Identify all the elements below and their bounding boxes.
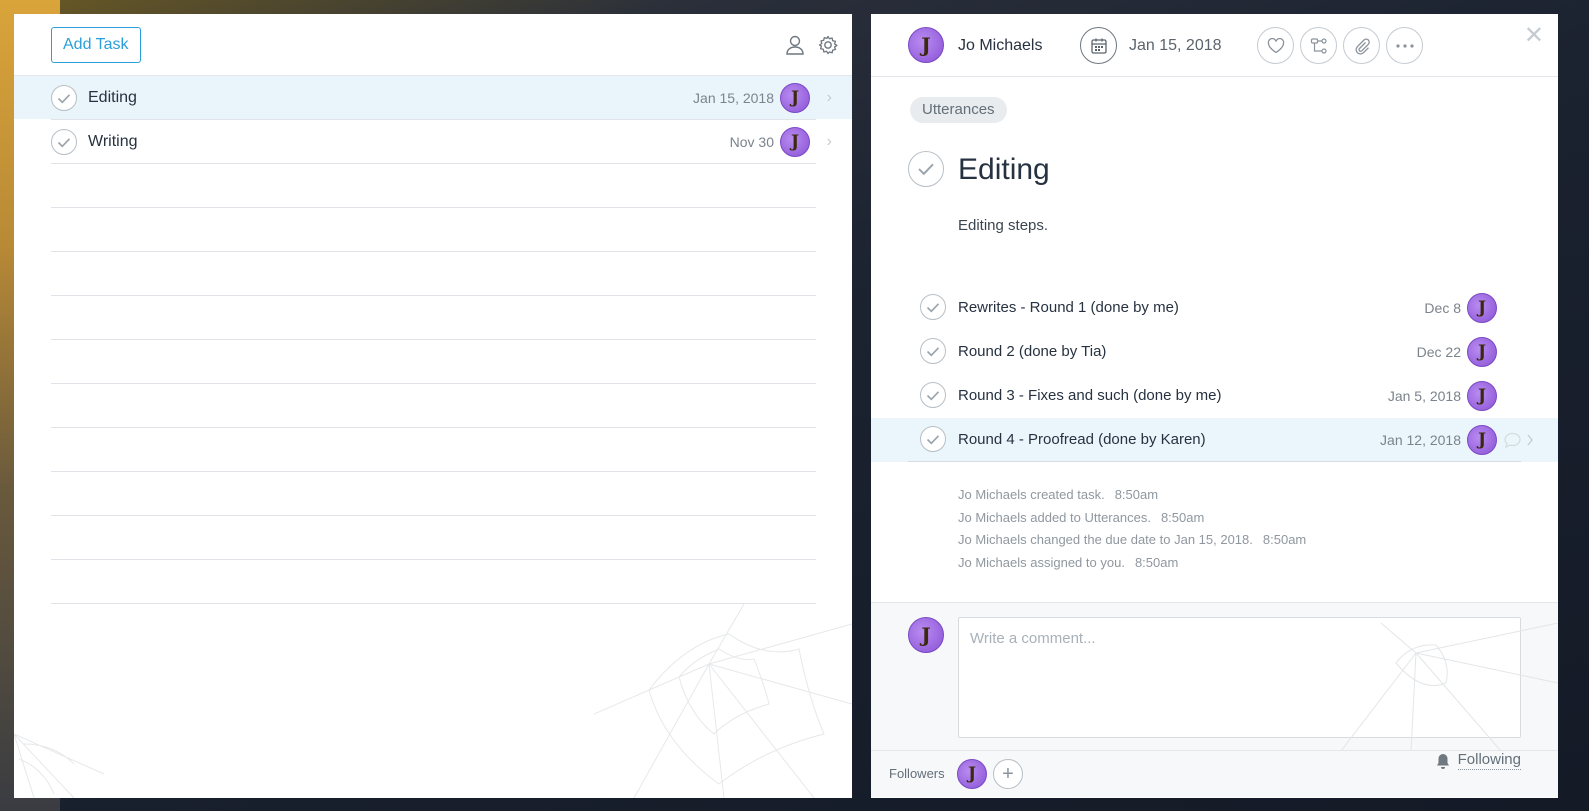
task-row[interactable]: Editing Jan 15, 2018 J › (14, 76, 852, 120)
complete-subtask-checkbox[interactable] (920, 294, 946, 320)
subtask-list: Rewrites - Round 1 (done by me) Dec 8 J … (871, 286, 1558, 462)
task-list-panel: Add Task Editing Jan 15, 2018 J › Writin… (14, 14, 852, 798)
assignee-name[interactable]: Jo Michaels (958, 14, 1042, 77)
complete-task-checkbox[interactable] (51, 85, 77, 111)
task-name[interactable]: Writing (88, 120, 138, 164)
assignee-avatar[interactable]: J (1467, 337, 1497, 367)
bell-icon (1436, 753, 1449, 769)
complete-subtask-checkbox[interactable] (920, 338, 946, 364)
subtask-due-date[interactable]: Dec 8 (1424, 286, 1461, 330)
detail-header: J Jo Michaels Jan 15, 2018 ✕ (871, 14, 1558, 77)
task-description[interactable]: Editing steps. (958, 217, 1048, 234)
empty-task-row[interactable] (51, 472, 816, 516)
task-name[interactable]: Editing (88, 76, 137, 120)
empty-task-row[interactable] (51, 164, 816, 208)
empty-task-row[interactable] (51, 208, 816, 252)
assignee-avatar[interactable]: J (780, 127, 810, 157)
assignee-avatar[interactable]: J (1467, 293, 1497, 323)
empty-task-row[interactable] (51, 516, 816, 560)
story-time: 8:50am (1134, 554, 1179, 570)
subtask-name[interactable]: Round 4 - Proofread (done by Karen) (958, 418, 1206, 462)
subtask-name[interactable]: Round 3 - Fixes and such (done by me) (958, 374, 1221, 418)
task-due-date[interactable]: Nov 30 (730, 120, 774, 164)
complete-subtask-checkbox[interactable] (920, 426, 946, 452)
story-time: 8:50am (1114, 487, 1159, 502)
due-date[interactable]: Jan 15, 2018 (1129, 14, 1222, 77)
assignee-avatar[interactable]: J (780, 83, 810, 113)
subtask-row[interactable]: Round 2 (done by Tia) Dec 22 J (871, 330, 1558, 374)
subtask-due-date[interactable]: Dec 22 (1417, 330, 1461, 374)
story-time: 8:50am (1160, 509, 1205, 525)
story-text: Jo Michaels created task. (958, 487, 1105, 502)
complete-task-checkbox[interactable] (908, 151, 944, 187)
subtask-name[interactable]: Round 2 (done by Tia) (958, 330, 1106, 374)
gear-icon[interactable] (817, 34, 839, 56)
subtask-row[interactable]: Round 4 - Proofread (done by Karen) Jan … (871, 418, 1558, 462)
task-row[interactable]: Writing Nov 30 J › (51, 120, 832, 164)
empty-task-row[interactable] (51, 560, 816, 604)
task-detail-panel: J Jo Michaels Jan 15, 2018 ✕ Utterances … (871, 14, 1558, 798)
comment-icon[interactable] (1502, 431, 1536, 454)
comment-input[interactable] (958, 617, 1521, 738)
subtask-icon[interactable] (1300, 27, 1337, 64)
followers-bar: Followers J + Following (871, 751, 1558, 797)
task-detail-body: Utterances Editing Editing steps. Rewrit… (871, 77, 1558, 603)
following-label: Following (1457, 751, 1521, 770)
task-list: Editing Jan 15, 2018 J › Writing Nov 30 … (14, 76, 852, 604)
calendar-icon[interactable] (1080, 27, 1117, 64)
activity-story: Jo Michaels assigned to you. 8:50am (958, 552, 1306, 575)
follower-avatar[interactable]: J (957, 759, 987, 789)
activity-story: Jo Michaels added to Utterances. 8:50am (958, 507, 1306, 530)
empty-task-row[interactable] (51, 296, 816, 340)
following-toggle[interactable]: Following (1434, 751, 1521, 770)
assignee-avatar[interactable]: J (1467, 381, 1497, 411)
followers-label: Followers (889, 766, 945, 781)
list-toolbar: Add Task (14, 14, 852, 76)
story-time: 8:50am (1262, 532, 1307, 547)
activity-feed: Jo Michaels created task. 8:50am Jo Micha… (958, 484, 1306, 574)
activity-story: Jo Michaels created task. 8:50am (958, 484, 1306, 507)
empty-task-row[interactable] (51, 340, 816, 384)
subtask-row[interactable]: Rewrites - Round 1 (done by me) Dec 8 J (871, 286, 1558, 330)
empty-task-row[interactable] (51, 428, 816, 472)
subtask-due-date[interactable]: Jan 5, 2018 (1388, 374, 1461, 418)
subtask-row[interactable]: Round 3 - Fixes and such (done by me) Ja… (871, 374, 1558, 418)
empty-task-row[interactable] (51, 252, 816, 296)
comment-composer: J (871, 603, 1558, 751)
story-text: Jo Michaels changed the due date to Jan … (958, 532, 1253, 547)
current-user-avatar: J (908, 617, 944, 653)
paperclip-icon[interactable] (1343, 27, 1380, 64)
story-text: Jo Michaels assigned to you. (958, 554, 1125, 570)
story-text: Jo Michaels added to Utterances. (958, 509, 1151, 525)
assignee-avatar[interactable]: J (908, 27, 944, 63)
add-task-button[interactable]: Add Task (51, 27, 141, 63)
user-icon[interactable] (784, 34, 806, 56)
heart-icon[interactable] (1257, 27, 1294, 64)
assignee-avatar[interactable]: J (1467, 425, 1497, 455)
task-title[interactable]: Editing (958, 153, 1050, 187)
add-follower-button[interactable]: + (993, 759, 1023, 789)
chevron-right-icon[interactable]: › (827, 120, 832, 164)
activity-story: Jo Michaels changed the due date to Jan … (958, 529, 1306, 552)
project-tag[interactable]: Utterances (910, 97, 1007, 123)
spiderweb-decoration (14, 733, 105, 798)
subtask-name[interactable]: Rewrites - Round 1 (done by me) (958, 286, 1179, 330)
close-icon[interactable]: ✕ (1524, 24, 1544, 48)
empty-task-row[interactable] (51, 384, 816, 428)
complete-task-checkbox[interactable] (51, 129, 77, 155)
chevron-right-icon[interactable]: › (827, 76, 832, 120)
task-due-date[interactable]: Jan 15, 2018 (693, 76, 774, 120)
complete-subtask-checkbox[interactable] (920, 382, 946, 408)
subtask-due-date[interactable]: Jan 12, 2018 (1380, 418, 1461, 462)
more-icon[interactable] (1386, 27, 1423, 64)
spiderweb-decoration (594, 604, 852, 798)
